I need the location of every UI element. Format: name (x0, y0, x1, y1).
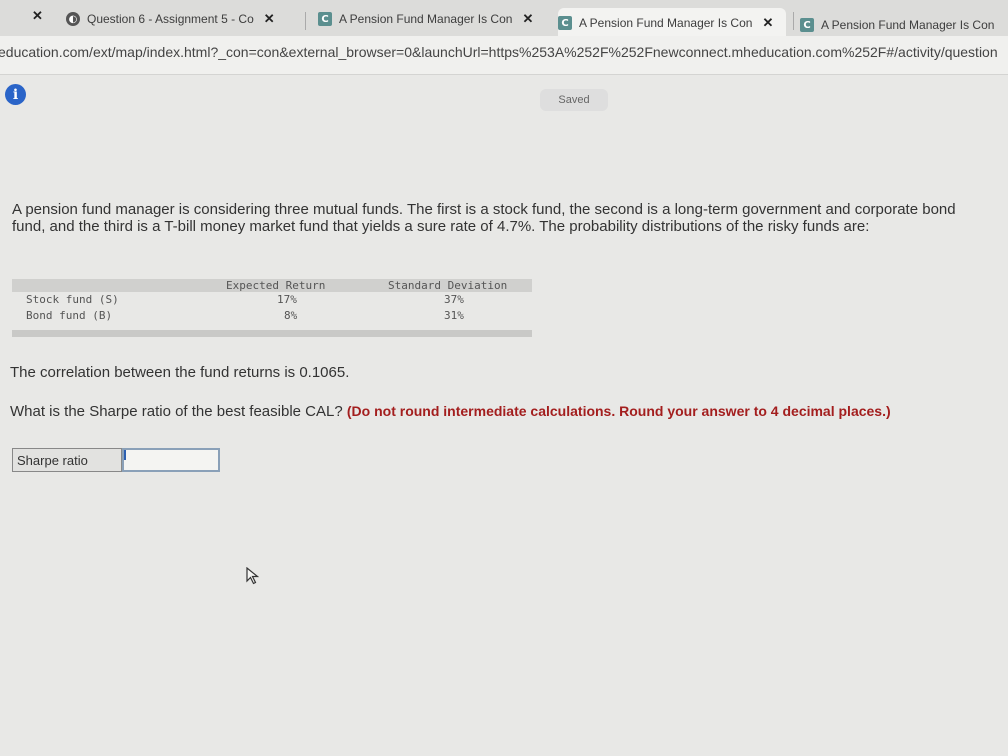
tab-title: A Pension Fund Manager Is Con (821, 18, 995, 32)
cell-stock-expected-return: 17% (277, 293, 297, 306)
fund-distribution-table: Expected Return Standard Deviation Stock… (12, 277, 532, 339)
browser-tab-pension-1[interactable]: C A Pension Fund Manager Is Con ✕ (318, 4, 550, 34)
sharpe-ratio-input[interactable] (122, 448, 220, 472)
address-bar[interactable]: education.com/ext/map/index.html?_con=co… (0, 36, 1008, 75)
c-logo-icon: C (318, 12, 332, 26)
rounding-instruction: (Do not round intermediate calculations.… (346, 403, 891, 419)
browser-tab-question[interactable]: ◐ Question 6 - Assignment 5 - Co ✕ (66, 4, 296, 34)
header-expected-return: Expected Return (226, 279, 326, 292)
cell-bond-expected-return: 8% (284, 309, 298, 322)
circle-logo-icon: ◐ (66, 12, 80, 26)
mouse-pointer-icon (246, 567, 260, 585)
tab-title: Question 6 - Assignment 5 - Co (87, 12, 254, 26)
row-label-bond-fund: Bond fund (B) (26, 309, 113, 322)
c-logo-icon: C (558, 16, 572, 30)
question-prompt: What is the Sharpe ratio of the best fea… (10, 403, 891, 420)
close-icon[interactable]: ✕ (32, 8, 43, 24)
header-standard-deviation: Standard Deviation (388, 279, 508, 292)
row-label-stock-fund: Stock fund (S) (26, 293, 119, 306)
info-icon[interactable]: i (5, 84, 26, 105)
browser-tab-pension-2[interactable]: C A Pension Fund Manager Is Con ✕ (558, 8, 786, 38)
answer-row: Sharpe ratio (12, 448, 220, 472)
question-intro: A pension fund manager is considering th… (12, 201, 956, 235)
tab-title: A Pension Fund Manager Is Con (339, 12, 513, 26)
prompt-text: What is the Sharpe ratio of the best fea… (10, 403, 343, 420)
close-icon[interactable]: ✕ (762, 15, 773, 31)
c-logo-icon: C (800, 18, 814, 32)
sharpe-ratio-label: Sharpe ratio (12, 448, 122, 472)
tab-title: A Pension Fund Manager Is Con (579, 16, 753, 30)
url-text[interactable]: education.com/ext/map/index.html?_con=co… (0, 44, 1008, 60)
correlation-statement: The correlation between the fund returns… (10, 364, 350, 381)
tab-bar: ✕ ◐ Question 6 - Assignment 5 - Co ✕ C A… (0, 0, 1008, 38)
saved-status-badge: Saved (540, 89, 608, 111)
close-icon[interactable]: ✕ (264, 11, 275, 27)
cell-stock-std-dev: 37% (444, 293, 464, 306)
close-icon[interactable]: ✕ (522, 11, 533, 27)
cell-bond-std-dev: 31% (444, 309, 464, 322)
